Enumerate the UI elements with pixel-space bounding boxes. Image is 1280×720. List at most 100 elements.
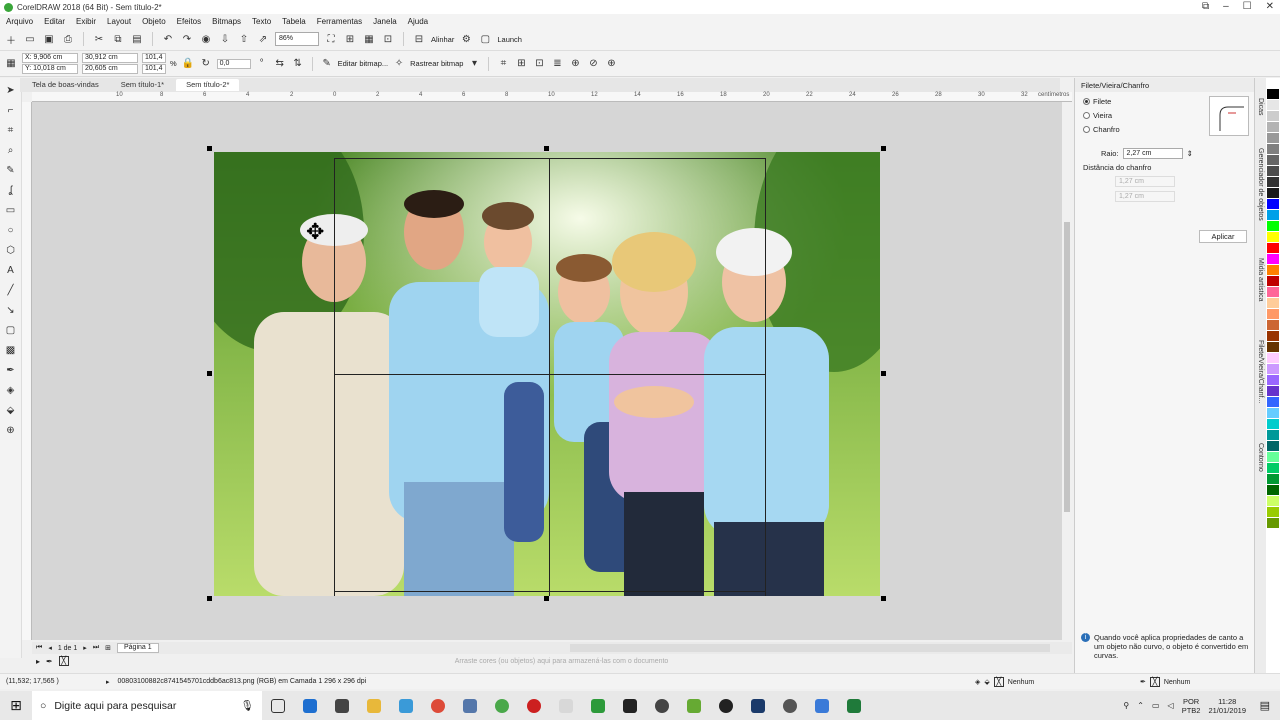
color-swatch[interactable] [1267,210,1279,221]
selection-handle-left[interactable] [207,371,212,376]
app-icon[interactable] [486,691,518,720]
bounding-box-icon[interactable]: ⊡ [532,57,546,71]
ellipse-tool-icon[interactable]: ○ [4,224,18,238]
opera-icon[interactable] [518,691,550,720]
vertical-ruler[interactable] [22,102,32,640]
tab-untitled-2[interactable]: Sem título-2* [176,79,240,91]
chevron-down-icon[interactable]: ▾ [467,57,481,71]
color-swatch[interactable] [1267,276,1279,287]
color-swatch[interactable] [1267,342,1279,353]
restore-icon[interactable]: ⧉ [1202,0,1209,14]
color-swatch[interactable] [1267,496,1279,507]
app-icon[interactable] [646,691,678,720]
snap-to-icon[interactable]: ⊡ [381,32,395,46]
radio-chamfer[interactable] [1083,126,1090,133]
tray-chevron-icon[interactable]: ⌃ [1137,701,1144,710]
align-button[interactable]: Alinhar [431,35,454,44]
trace-bitmap-button[interactable]: Rastrear bitmap [410,59,463,68]
first-page-icon[interactable]: ⏮ [36,644,42,652]
menu-ajuda[interactable]: Ajuda [408,17,428,26]
radio-fillet[interactable] [1083,98,1090,105]
selection-handle-bottom-left[interactable] [207,596,212,601]
eyedropper-icon[interactable]: ✒ [46,657,53,666]
color-swatch[interactable] [1267,353,1279,364]
app-icon[interactable] [550,691,582,720]
selection-handle-top-left[interactable] [207,146,212,151]
horizontal-scrollbar[interactable] [570,644,1050,652]
crop-tool-icon[interactable]: ⌗ [4,124,18,138]
menu-bitmaps[interactable]: Bitmaps [212,17,241,26]
color-swatch[interactable] [1267,375,1279,386]
trace-bitmap-icon[interactable]: ✧ [392,57,406,71]
edit-bitmap-icon[interactable]: ✎ [320,57,334,71]
drop-shadow-tool-icon[interactable]: ▢ [4,324,18,338]
full-screen-icon[interactable]: ⛶ [324,32,338,46]
color-swatch[interactable] [1267,507,1279,518]
parallel-dimension-tool-icon[interactable]: ╱ [4,284,18,298]
paste-icon[interactable]: ▤ [130,32,144,46]
menu-layout[interactable]: Layout [107,17,131,26]
mail-icon[interactable] [326,691,358,720]
palette-expand-icon[interactable]: ▸ [36,657,40,666]
text-tool-icon[interactable]: A [4,264,18,278]
tab-hints[interactable]: Dicas [1257,98,1264,116]
page-tab-1[interactable]: Página 1 [117,643,159,653]
lock-ratio-icon[interactable]: 🔒 [181,57,195,71]
height-field[interactable]: 20,605 cm [82,64,138,74]
last-page-icon[interactable]: ⏭ [93,644,99,652]
outline-status[interactable]: ✒ ╳ Nenhum [1140,677,1190,687]
scale-height-field[interactable]: 101,4 [142,64,166,74]
polygon-tool-icon[interactable]: ⬡ [4,244,18,258]
eyedropper-tool-icon[interactable]: ✒ [4,364,18,378]
menu-objeto[interactable]: Objeto [142,17,166,26]
radius-spinner-icon[interactable]: ⇕ [1187,149,1193,158]
notifications-icon[interactable]: ▤ [1260,699,1270,712]
launch-button[interactable]: Launch [497,35,522,44]
task-view-icon[interactable] [262,691,294,720]
color-swatch[interactable] [1267,254,1279,265]
presets-icon[interactable]: ▦ [4,57,18,71]
color-swatch[interactable] [1267,430,1279,441]
color-swatch[interactable] [1267,408,1279,419]
scrollbar-thumb[interactable] [1064,222,1070,512]
tab-outline[interactable]: Contorno [1257,443,1264,472]
tab-welcome[interactable]: Tela de boas-vindas [22,79,109,91]
color-swatch[interactable] [1267,386,1279,397]
mirror-vertical-icon[interactable]: ⇅ [291,57,305,71]
artistic-media-tool-icon[interactable]: ʆ [4,184,18,198]
color-swatch[interactable] [1267,100,1279,111]
color-swatch[interactable] [1267,485,1279,496]
microphone-icon[interactable]: 🎙 [241,699,254,712]
copy-icon[interactable]: ⧉ [111,32,125,46]
color-swatch[interactable] [1267,331,1279,342]
people-icon[interactable]: ⚲ [1123,701,1129,710]
edge-browser-icon[interactable] [294,691,326,720]
app-icon[interactable] [806,691,838,720]
import-icon[interactable]: ⇩ [218,32,232,46]
color-swatch[interactable] [1267,232,1279,243]
menu-janela[interactable]: Janela [373,17,397,26]
menu-editar[interactable]: Editar [44,17,65,26]
vertical-scrollbar[interactable] [1062,102,1072,640]
file-explorer-icon[interactable] [358,691,390,720]
color-swatch[interactable] [1267,243,1279,254]
wrap-text-icon[interactable]: ≣ [550,57,564,71]
add-icon[interactable]: ⊕ [604,57,618,71]
selection-handle-top[interactable] [544,146,549,151]
prev-page-icon[interactable]: ◂ [48,644,52,652]
apply-button[interactable]: Aplicar [1199,230,1247,243]
next-page-icon[interactable]: ▸ [83,644,87,652]
cut-icon[interactable]: ✂ [92,32,106,46]
zoom-level-select[interactable]: 86% [275,32,319,46]
menu-exibir[interactable]: Exibir [76,17,96,26]
color-swatch[interactable] [1267,177,1279,188]
clock[interactable]: 11:28 21/01/2019 [1208,697,1246,715]
launch-icon[interactable]: ▢ [478,32,492,46]
tab-artistic-media[interactable]: Mídia artística [1257,258,1264,302]
scale-width-field[interactable]: 101,4 [142,53,166,63]
radius-input[interactable]: 2,27 cm [1122,148,1183,159]
selection-handle-right[interactable] [881,371,886,376]
export-icon[interactable]: ⇧ [237,32,251,46]
resample-icon[interactable]: ⊞ [514,57,528,71]
pick-tool-icon[interactable]: ➤ [4,84,18,98]
